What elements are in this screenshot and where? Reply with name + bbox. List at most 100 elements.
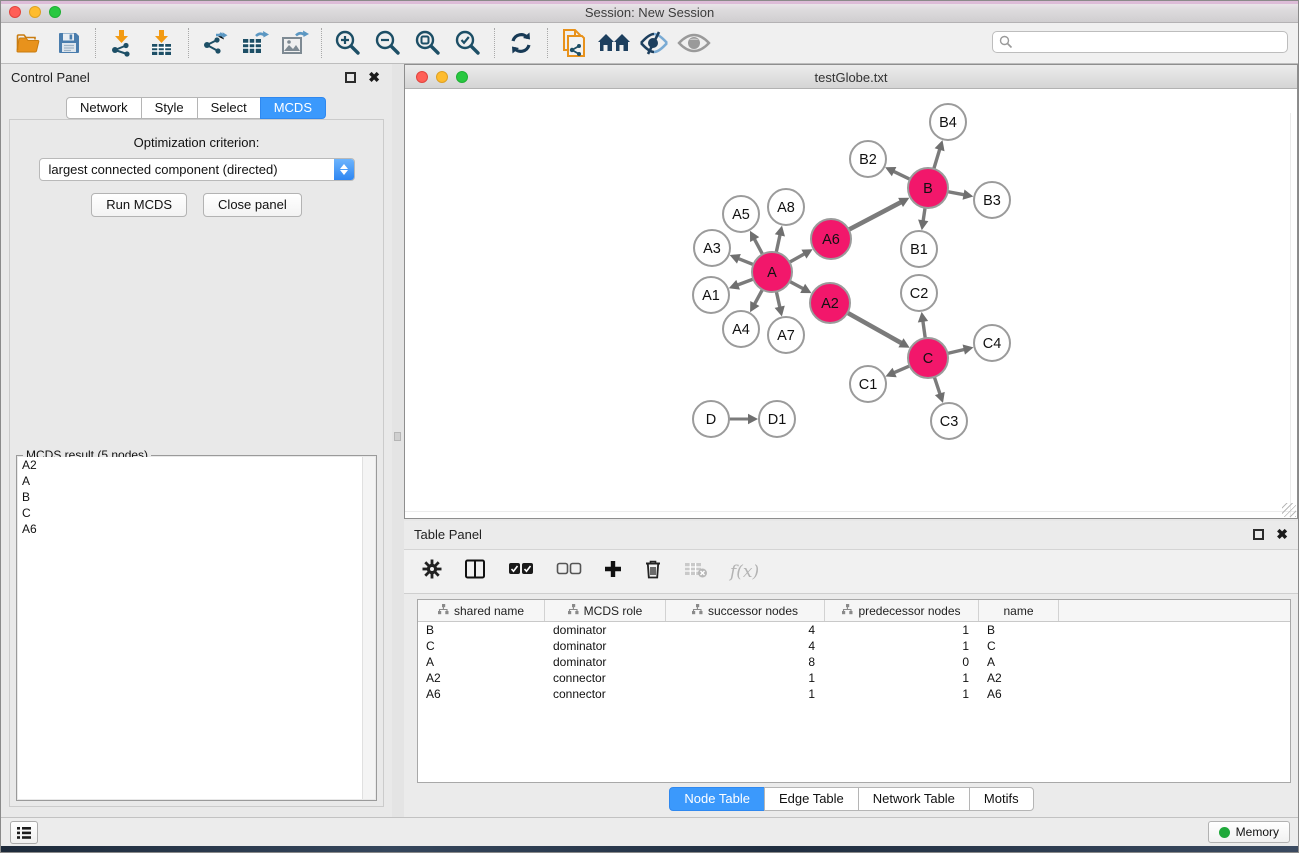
search-input[interactable]	[1013, 33, 1287, 51]
table-cell[interactable]: A	[418, 654, 545, 670]
tab-motifs[interactable]: Motifs	[969, 787, 1034, 811]
table-cell[interactable]: B	[418, 622, 545, 638]
show-all-icon[interactable]	[674, 25, 714, 61]
control-panel-tabs: NetworkStyleSelectMCDS	[1, 97, 392, 119]
graph-node-label: C2	[910, 286, 929, 302]
splitter-grip-icon[interactable]	[394, 432, 401, 441]
select-all-icon[interactable]	[508, 562, 534, 581]
table-cell[interactable]: 1	[825, 638, 979, 654]
result-item[interactable]: A	[18, 473, 375, 489]
run-mcds-button[interactable]: Run MCDS	[91, 193, 187, 217]
column-header-shared-name[interactable]: shared name	[418, 600, 545, 621]
titlebar: Session: New Session	[1, 1, 1298, 23]
close-panel-icon[interactable]: ✖	[368, 72, 380, 83]
table-cell[interactable]: dominator	[545, 638, 666, 654]
table-cell[interactable]: connector	[545, 686, 666, 702]
network-canvas[interactable]: B4B2BB3B1A5A8A6A3AA1A2C2A4A7C4CC1C3DD1	[405, 89, 1297, 518]
table-cell[interactable]: 1	[825, 622, 979, 638]
export-image-icon[interactable]	[275, 25, 315, 61]
houses-icon[interactable]	[594, 25, 634, 61]
table-cell[interactable]: 4	[666, 638, 825, 654]
table-cell[interactable]: A6	[979, 686, 1059, 702]
add-icon[interactable]	[604, 560, 622, 583]
hide-selected-icon[interactable]	[634, 25, 674, 61]
table-cell[interactable]: A6	[418, 686, 545, 702]
result-item[interactable]: B	[18, 489, 375, 505]
column-header-label: shared name	[454, 604, 524, 618]
tab-style[interactable]: Style	[141, 97, 198, 119]
table-tabs: Node TableEdge TableNetwork TableMotifs	[404, 787, 1299, 811]
criterion-dropdown[interactable]: largest connected component (directed)	[39, 158, 355, 181]
table-cell[interactable]: connector	[545, 670, 666, 686]
table-row[interactable]: A2connector11A2	[418, 670, 1290, 686]
open-session-icon[interactable]	[9, 25, 49, 61]
search-icon	[999, 35, 1013, 49]
close-panel-button[interactable]: Close panel	[203, 193, 302, 217]
table-cell[interactable]: A2	[979, 670, 1059, 686]
tab-network-table[interactable]: Network Table	[858, 787, 970, 811]
table-panel-title: Table Panel	[404, 527, 1253, 542]
deselect-all-icon[interactable]	[556, 562, 582, 581]
graph-node-label: A4	[732, 322, 750, 338]
column-pane-icon[interactable]	[464, 559, 486, 584]
table-row[interactable]: Bdominator41B	[418, 622, 1290, 638]
panel-splitter[interactable]	[392, 64, 404, 819]
table-cell[interactable]: 4	[666, 622, 825, 638]
graph-node-label: A7	[777, 328, 795, 344]
import-table-icon[interactable]	[142, 25, 182, 61]
tab-select[interactable]: Select	[197, 97, 261, 119]
graph-node-label: C1	[859, 377, 878, 393]
table-row[interactable]: Cdominator41C	[418, 638, 1290, 654]
save-session-icon[interactable]	[49, 25, 89, 61]
table-cell[interactable]: 1	[666, 670, 825, 686]
table-cell[interactable]: 1	[666, 686, 825, 702]
table-cell[interactable]: B	[979, 622, 1059, 638]
close-table-panel-icon[interactable]: ✖	[1276, 529, 1288, 540]
result-scrollbar[interactable]	[362, 457, 375, 799]
zoom-fit-icon[interactable]	[408, 25, 448, 61]
graph-node-label: C3	[940, 414, 959, 430]
resize-grip-icon[interactable]	[1282, 503, 1296, 517]
zoom-in-icon[interactable]	[328, 25, 368, 61]
tab-mcds[interactable]: MCDS	[260, 97, 326, 119]
float-table-panel-icon[interactable]	[1253, 529, 1264, 540]
result-item[interactable]: C	[18, 505, 375, 521]
table-cell[interactable]: A	[979, 654, 1059, 670]
table-cell[interactable]: 1	[825, 670, 979, 686]
result-item[interactable]: A2	[18, 457, 375, 473]
export-network-icon[interactable]	[195, 25, 235, 61]
table-cell[interactable]: C	[418, 638, 545, 654]
column-header-name[interactable]: name	[979, 600, 1059, 621]
tab-edge-table[interactable]: Edge Table	[764, 787, 859, 811]
refresh-icon[interactable]	[501, 25, 541, 61]
table-row[interactable]: Adominator80A	[418, 654, 1290, 670]
table-cell[interactable]: A2	[418, 670, 545, 686]
tab-node-table[interactable]: Node Table	[669, 787, 765, 811]
table-cell[interactable]: 0	[825, 654, 979, 670]
new-network-from-selection-icon[interactable]	[554, 25, 594, 61]
import-network-icon[interactable]	[102, 25, 142, 61]
trash-icon[interactable]	[644, 559, 662, 584]
float-panel-icon[interactable]	[345, 72, 356, 83]
export-table-icon[interactable]	[235, 25, 275, 61]
memory-button[interactable]: Memory	[1208, 821, 1290, 843]
column-header-successor-nodes[interactable]: successor nodes	[666, 600, 825, 621]
tab-network[interactable]: Network	[66, 97, 142, 119]
edge-arrowhead-icon	[935, 140, 945, 151]
table-cell[interactable]: dominator	[545, 622, 666, 638]
zoom-selected-icon[interactable]	[448, 25, 488, 61]
network-graph[interactable]: B4B2BB3B1A5A8A6A3AA1A2C2A4A7C4CC1C3DD1	[405, 89, 1297, 518]
column-header-predecessor-nodes[interactable]: predecessor nodes	[825, 600, 979, 621]
result-item[interactable]: A6	[18, 521, 375, 537]
task-history-button[interactable]	[10, 821, 38, 844]
table-cell[interactable]: 1	[825, 686, 979, 702]
column-header-MCDS-role[interactable]: MCDS role	[545, 600, 666, 621]
zoom-out-icon[interactable]	[368, 25, 408, 61]
gear-icon[interactable]	[422, 559, 442, 584]
table-cell[interactable]: C	[979, 638, 1059, 654]
table-row[interactable]: A6connector11A6	[418, 686, 1290, 702]
table-cell[interactable]: 8	[666, 654, 825, 670]
search-field[interactable]	[992, 31, 1288, 53]
network-window-titlebar[interactable]: testGlobe.txt	[405, 65, 1297, 89]
table-cell[interactable]: dominator	[545, 654, 666, 670]
